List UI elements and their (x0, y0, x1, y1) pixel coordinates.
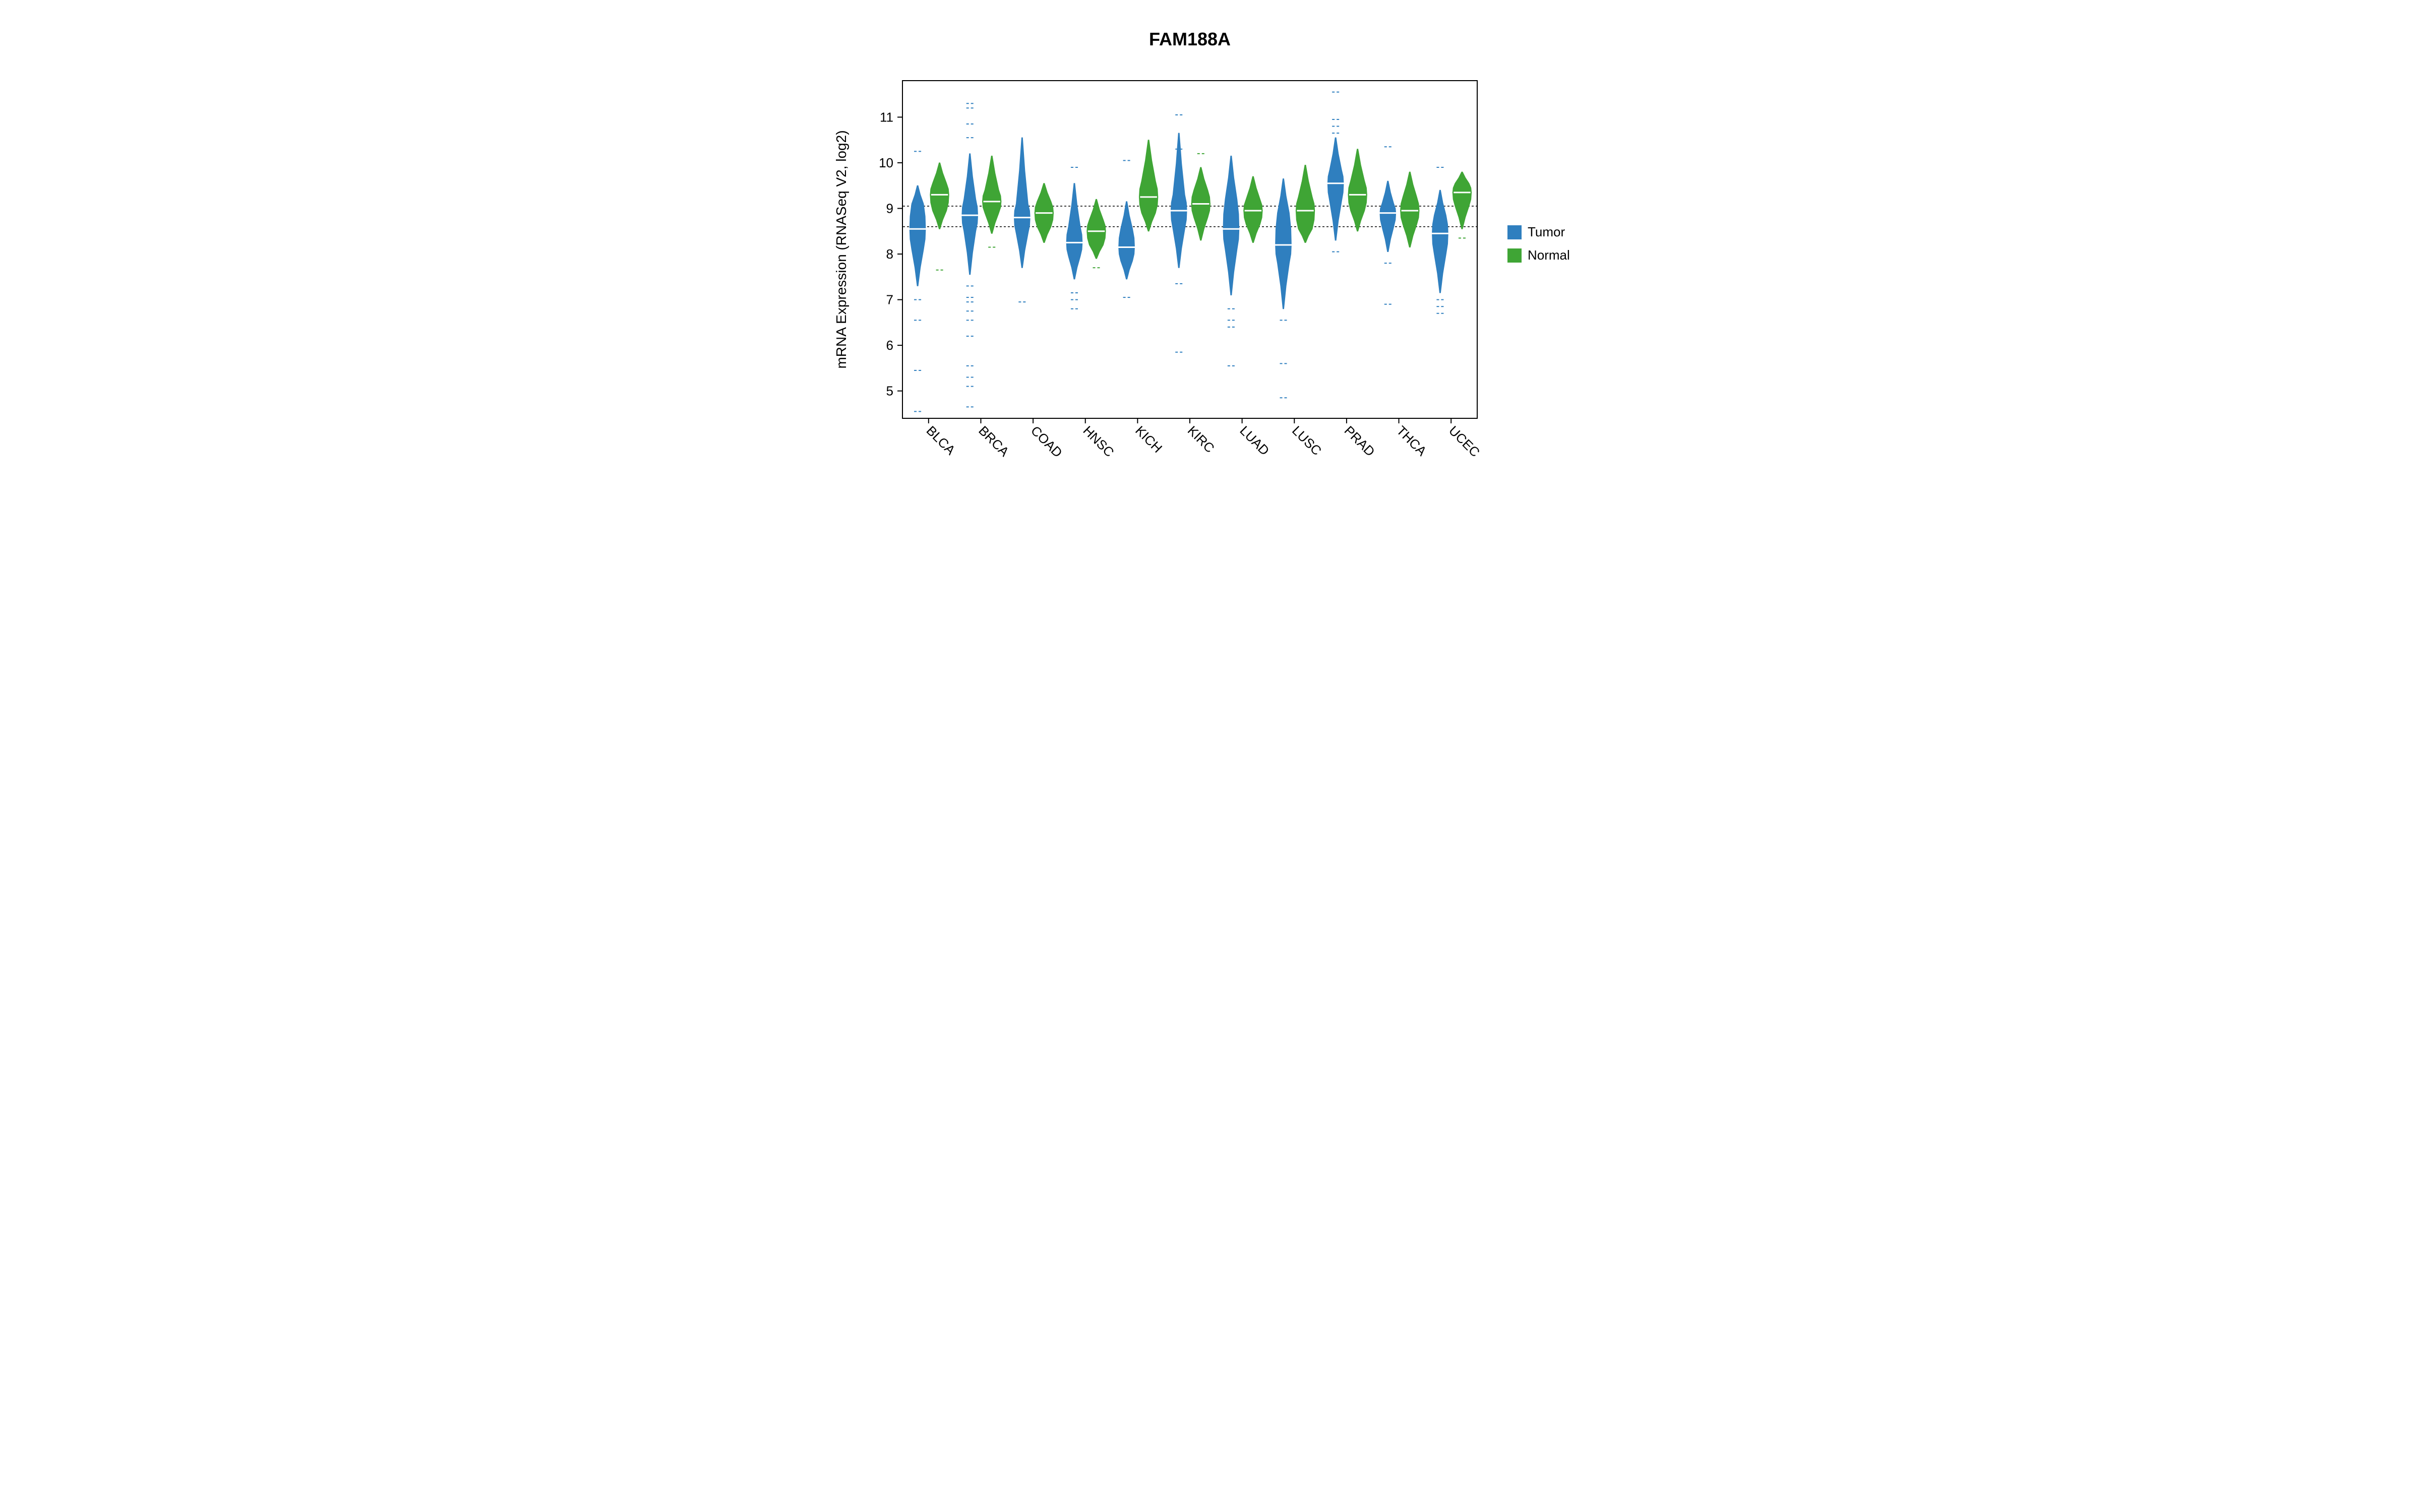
violin-body (1401, 172, 1419, 247)
chart-container: FAM188A 5 6 7 8 9 10 11 mRNA Expression (RNASeq … (807, 10, 1613, 514)
violin-body (962, 154, 978, 275)
chart-title: FAM188A (1149, 29, 1231, 49)
x-tick-label: HNSC (1080, 423, 1117, 460)
y-tick-label: 9 (886, 201, 893, 216)
violin-body (910, 185, 926, 286)
violin-body (1276, 179, 1292, 309)
x-tick-label: UCEC (1446, 423, 1483, 460)
x-tick-label: LUAD (1237, 423, 1272, 458)
y-tick-label: 7 (886, 292, 893, 307)
x-tick-label: PRAD (1342, 423, 1378, 459)
legend-label: Tumor (1528, 224, 1565, 239)
plot-border (902, 81, 1477, 418)
x-tick-label: BRCA (976, 423, 1012, 460)
violin-body (1432, 190, 1448, 293)
y-axis-label: mRNA Expression (RNASeq V2, log2) (833, 130, 849, 368)
legend-swatch (1507, 248, 1522, 263)
violin-body (1223, 156, 1239, 295)
violin-plot: FAM188A 5 6 7 8 9 10 11 mRNA Expression (RNASeq … (807, 10, 1613, 514)
legend-swatch (1507, 225, 1522, 239)
violin-body (1327, 138, 1344, 240)
violin-body (1244, 176, 1262, 242)
violin-body (1087, 199, 1106, 259)
x-tick-label: KIRC (1185, 423, 1218, 456)
violin-body (1453, 172, 1471, 229)
violin-body (1119, 202, 1135, 279)
y-tick-label: 10 (879, 155, 893, 170)
violin-body (1171, 133, 1187, 268)
violin-body (1014, 138, 1030, 268)
x-tick-label: LUSC (1289, 423, 1324, 458)
violin-body (1296, 165, 1314, 243)
x-tick-label: BLCA (924, 423, 959, 458)
violin-body (1348, 149, 1367, 231)
y-tick-label: 5 (886, 384, 893, 399)
y-tick-label: 11 (880, 109, 893, 124)
y-tick-label: 8 (886, 246, 893, 262)
violin-body (930, 163, 949, 229)
x-tick-label: COAD (1028, 423, 1065, 460)
violin-body (1066, 183, 1082, 279)
violin-body (983, 156, 1001, 233)
x-tick-label: KICH (1132, 423, 1165, 456)
violin-body (1139, 140, 1158, 231)
legend-label: Normal (1528, 247, 1570, 263)
y-tick-label: 6 (886, 338, 893, 353)
x-tick-label: THCA (1394, 423, 1430, 459)
violin-body (1380, 181, 1396, 251)
